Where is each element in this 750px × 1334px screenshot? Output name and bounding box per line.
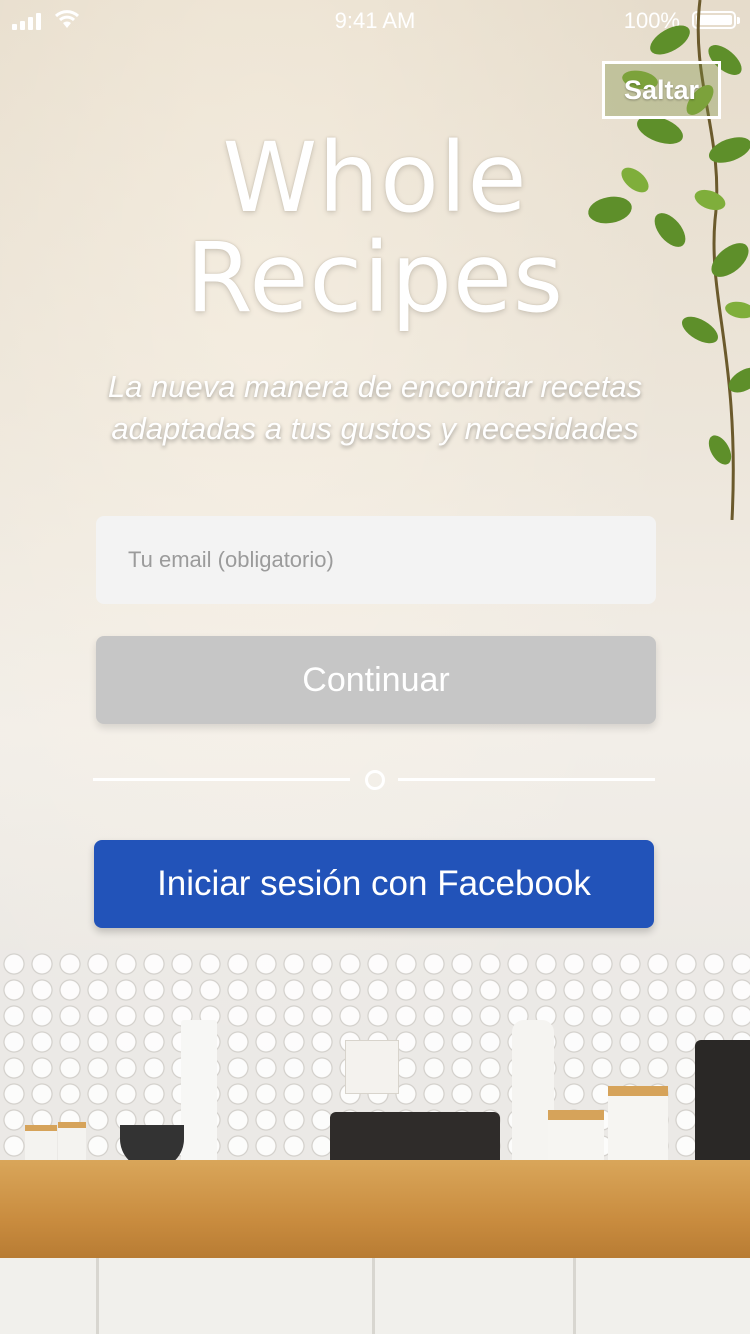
cabinets [0, 1258, 750, 1334]
outlet [345, 1040, 399, 1094]
tagline: La nueva manera de encontrar recetas ada… [0, 366, 750, 450]
paper-towel-roll [181, 1020, 217, 1165]
facebook-login-button[interactable]: Iniciar sesión con Facebook [94, 840, 654, 928]
divider-line-right [398, 778, 655, 781]
divider [93, 768, 655, 792]
tagline-line-2: adaptadas a tus gustos y necesidades [111, 411, 639, 446]
login-screen: 9:41 AM 100% Saltar Whole Recipes La nue… [0, 0, 750, 1334]
skip-button[interactable]: Saltar [602, 61, 721, 119]
wooden-countertop [0, 1160, 750, 1260]
divider-line-left [93, 778, 350, 781]
continue-button[interactable]: Continuar [96, 636, 656, 724]
tagline-line-1: La nueva manera de encontrar recetas [107, 369, 643, 404]
divider-dot [365, 770, 385, 790]
email-input[interactable] [96, 516, 656, 604]
logo-line-2: Recipes [186, 222, 564, 334]
app-logo: Whole Recipes [0, 128, 750, 328]
logo-line-1: Whole [222, 122, 528, 234]
